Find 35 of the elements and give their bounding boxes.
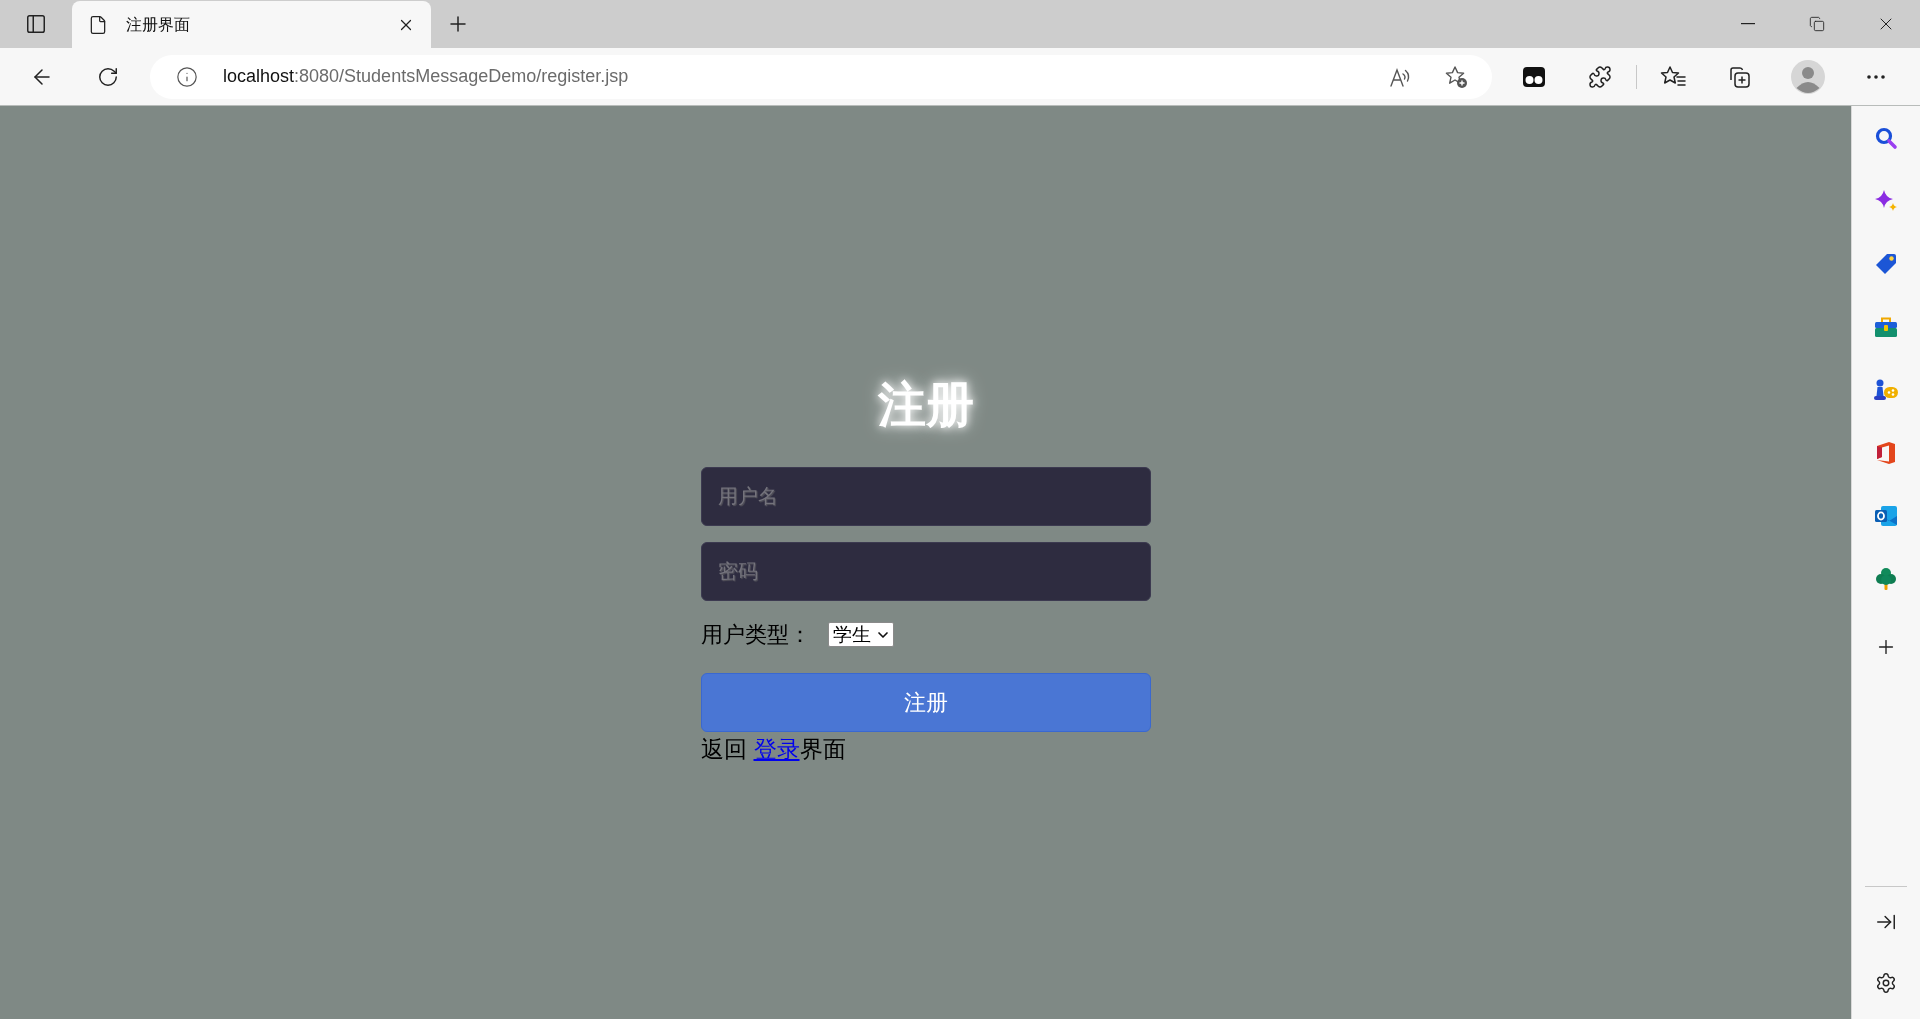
register-button[interactable]: 注册 [700, 672, 1151, 732]
pawn-gamepad-icon [1873, 378, 1899, 402]
back-to-login-text: 返回 登录界面 [700, 734, 846, 764]
browser-tab[interactable]: 注册界面 [72, 1, 431, 48]
search-icon [1874, 126, 1898, 150]
avatar-icon [1791, 59, 1825, 94]
address-bar[interactable]: localhost:8080/StudentsMessageDemo/register.jsp [150, 54, 1492, 99]
eyes-icon [1522, 64, 1546, 89]
url-host: localhost [223, 65, 295, 88]
app-logo-icon [1875, 441, 1897, 465]
page-title: 注册 [877, 377, 974, 433]
collections-icon [1727, 64, 1751, 89]
text-field[interactable]: 用户名 [700, 466, 1151, 526]
toolbox-icon [1874, 316, 1898, 338]
tree-icon [1875, 567, 1897, 591]
star-list-icon [1660, 64, 1686, 89]
refresh-icon [97, 65, 119, 88]
page-icon [88, 14, 108, 35]
more-icon [1867, 74, 1885, 79]
sparkle-icon [1874, 189, 1898, 213]
text-field[interactable]: 密码 [700, 541, 1151, 601]
info-icon [176, 65, 198, 88]
star-plus-icon [1444, 64, 1468, 89]
user-type-select[interactable]: 学生 [827, 622, 894, 648]
tag-icon [1874, 252, 1898, 276]
panel-icon [25, 13, 47, 35]
user-type-label: 用户类型： [700, 621, 811, 650]
settings-icon [1875, 972, 1897, 994]
puzzle-icon [1588, 64, 1612, 89]
tab-title: 注册界面 [126, 14, 191, 35]
url-path: :8080/StudentsMessageDemo/register.jsp [294, 65, 629, 88]
restore-icon [1808, 16, 1825, 32]
read-aloud-icon [1390, 66, 1412, 87]
mail-logo-icon [1874, 504, 1898, 528]
minimize-icon [1740, 23, 1755, 25]
